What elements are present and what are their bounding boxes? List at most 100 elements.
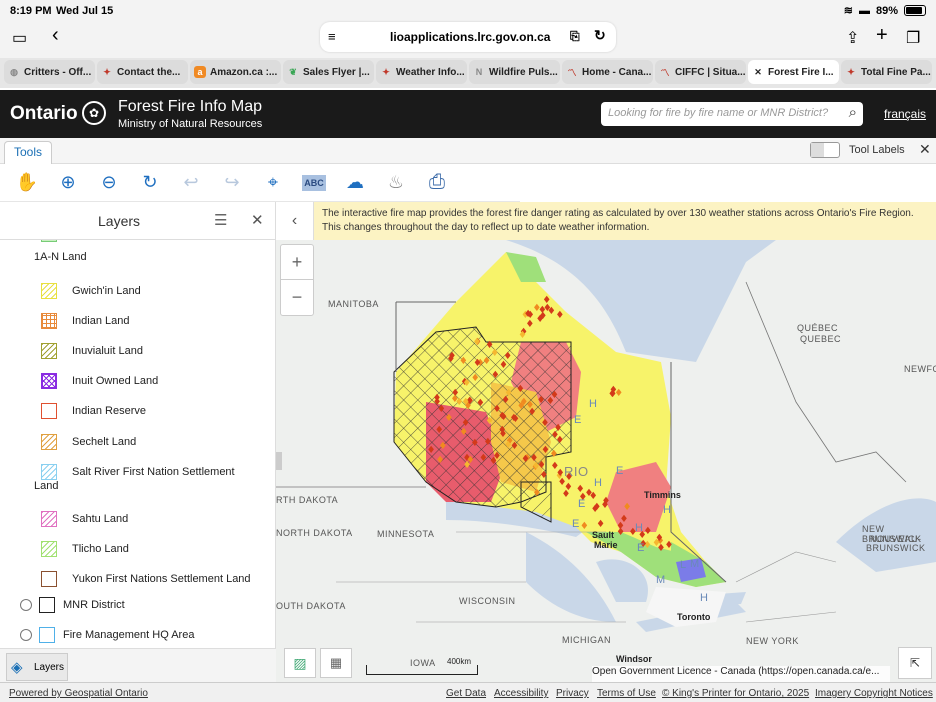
fire-marker-icon[interactable]: ♦ — [438, 441, 447, 452]
zoom-in-button[interactable]: + — [281, 245, 313, 280]
reload-icon[interactable]: ↻ — [594, 27, 606, 44]
fire-marker-icon[interactable]: ♦ — [616, 527, 625, 538]
fire-marker-icon[interactable]: ♦ — [490, 348, 499, 359]
ontario-logo[interactable]: Ontario — [10, 103, 78, 125]
fire-marker-icon[interactable]: ♦ — [623, 502, 632, 513]
weather-tool[interactable]: ☁ — [342, 170, 368, 196]
fire-marker-icon[interactable]: ♦ — [473, 358, 482, 369]
layer-checkbox[interactable] — [20, 629, 32, 641]
tab-tools[interactable]: Tools — [4, 141, 52, 164]
fire-map[interactable]: ♦ ♦ ♦ ♦ ♦ ♦ ♦ ♦ ♦ ♦ ♦ ♦ ♦ ♦ ♦ ♦ ♦ ♦ ♦ ♦ ♦ ♦ ♦ ♦ ♦ ♦ ♦ ♦ ♦ ♦ ♦ ♦ ♦ ♦ ♦ ♦ ♦ ♦ ♦ ♦… — [276, 202, 936, 682]
search-input[interactable]: Looking for fire by fire name or MNR Dis… — [601, 102, 863, 126]
fire-marker-icon[interactable]: ♦ — [446, 354, 455, 365]
refresh-tool[interactable]: ↻ — [137, 170, 163, 196]
fire-marker-icon[interactable]: ♦ — [664, 540, 673, 551]
labels-tool[interactable]: ABC — [301, 170, 327, 196]
fire-marker-icon[interactable]: ♦ — [555, 310, 564, 321]
close-icon[interactable]: ✕ — [251, 211, 264, 229]
fire-marker-icon[interactable]: ♦ — [459, 427, 468, 438]
fire-marker-icon[interactable]: ♦ — [580, 521, 589, 532]
browser-tab[interactable]: ◍ Critters - Off... — [4, 60, 95, 84]
fire-marker-icon[interactable]: ♦ — [463, 460, 472, 471]
fire-marker-icon[interactable]: ♦ — [462, 378, 471, 389]
fire-marker-icon[interactable]: ♦ — [518, 330, 527, 341]
close-icon[interactable]: ✕ — [752, 66, 764, 78]
language-link[interactable]: français — [884, 107, 926, 121]
powered-by-link[interactable]: Powered by Geospatial Ontario — [9, 688, 148, 699]
fire-marker-icon[interactable]: ♦ — [435, 425, 444, 436]
menu-icon[interactable]: ☰ — [214, 211, 227, 229]
share-icon[interactable]: ⇪ — [846, 28, 859, 48]
footer-link-terms[interactable]: Terms of Use — [597, 688, 656, 699]
address-bar[interactable]: ≡ lioapplications.lrc.gov.on.ca ⎘ ↻ — [320, 22, 616, 52]
browser-tab[interactable]: 〽 CIFFC | Situa... — [655, 60, 746, 84]
fire-marker-icon[interactable]: ♦ — [532, 461, 541, 472]
browser-tab[interactable]: 〽 Home - Cana... — [562, 60, 653, 84]
fire-marker-icon[interactable]: ♦ — [472, 337, 481, 348]
collapse-panel-button[interactable]: ‹ — [276, 202, 314, 240]
fire-marker-icon[interactable]: ♦ — [501, 395, 510, 406]
fire-marker-icon[interactable]: ♦ — [547, 306, 556, 317]
footer-link-copyright[interactable]: © King's Printer for Ontario, 2025 — [662, 688, 809, 699]
fire-marker-icon[interactable]: ♦ — [614, 388, 623, 399]
tabs-overview-icon[interactable]: ❐ — [906, 28, 920, 48]
fire-marker-icon[interactable]: ♦ — [461, 397, 470, 408]
panel-resize-handle[interactable] — [276, 452, 282, 470]
fire-marker-icon[interactable]: ♦ — [504, 440, 513, 451]
fire-marker-icon[interactable]: ♦ — [459, 356, 468, 367]
fire-marker-icon[interactable]: ♦ — [509, 413, 518, 424]
fire-marker-icon[interactable]: ♦ — [537, 395, 546, 406]
fire-marker-icon[interactable]: ♦ — [470, 438, 479, 449]
forward-tool[interactable]: ↪ — [219, 170, 245, 196]
browser-tab[interactable]: ✦ Total Fine Pa... — [841, 60, 932, 84]
footer-link-accessibility[interactable]: Accessibility — [494, 688, 548, 699]
zoom-in-tool[interactable]: ⊕ — [55, 170, 81, 196]
fire-marker-icon[interactable]: ♦ — [592, 502, 601, 513]
fire-marker-icon[interactable]: ♦ — [550, 390, 559, 401]
browser-tab[interactable]: ✦ Contact the... — [97, 60, 188, 84]
page-menu-icon[interactable]: ≡ — [328, 29, 336, 44]
back-icon[interactable]: ‹ — [52, 24, 59, 47]
fire-marker-icon[interactable]: ♦ — [516, 384, 525, 395]
browser-tab[interactable]: a Amazon.ca :... — [190, 60, 281, 84]
fire-marker-icon[interactable]: ♦ — [550, 430, 559, 441]
fire-marker-icon[interactable]: ♦ — [450, 394, 459, 405]
basemap-button[interactable]: ▨ — [284, 648, 316, 678]
sidebar-toggle-icon[interactable]: ▭ — [12, 28, 27, 48]
fire-marker-icon[interactable]: ♦ — [498, 425, 507, 436]
footer-link-imagery[interactable]: Imagery Copyright Notices — [815, 688, 933, 699]
fire-marker-icon[interactable]: ♦ — [549, 449, 558, 460]
fire-marker-icon[interactable]: ♦ — [524, 309, 533, 320]
expand-icon[interactable]: ⇱ — [898, 647, 932, 679]
fire-marker-icon[interactable]: ♦ — [526, 400, 535, 411]
layers-button[interactable]: ◈ Layers — [6, 653, 68, 681]
pan-tool[interactable]: ✋ — [14, 170, 40, 196]
zoom-out-tool[interactable]: ⊖ — [96, 170, 122, 196]
fire-marker-icon[interactable]: ♦ — [596, 519, 605, 530]
fire-marker-icon[interactable]: ♦ — [550, 461, 559, 472]
search-icon[interactable]: ⌕ — [849, 104, 857, 121]
tool-labels-toggle[interactable] — [810, 142, 840, 158]
fire-tool[interactable]: ♨ — [383, 170, 409, 196]
fire-marker-icon[interactable]: ♦ — [589, 491, 598, 502]
fire-marker-icon[interactable]: ♦ — [433, 397, 442, 408]
fire-marker-icon[interactable]: ♦ — [499, 412, 508, 423]
fire-marker-icon[interactable]: ♦ — [539, 470, 548, 481]
overview-map-button[interactable]: ▦ — [320, 648, 352, 678]
location-tool[interactable]: ⌖ — [260, 170, 286, 196]
fire-marker-icon[interactable]: ♦ — [652, 538, 661, 549]
fire-marker-icon[interactable]: ♦ — [503, 351, 512, 362]
footer-link-get-data[interactable]: Get Data — [446, 688, 486, 699]
zoom-out-button[interactable]: − — [281, 280, 313, 315]
reader-icon[interactable]: ⎘ — [570, 29, 580, 44]
browser-tab[interactable]: ✕ Forest Fire I... — [748, 60, 839, 84]
fire-marker-icon[interactable]: ♦ — [436, 455, 445, 466]
fire-marker-icon[interactable]: ♦ — [540, 418, 549, 429]
fire-marker-icon[interactable]: ♦ — [620, 514, 629, 525]
fire-marker-icon[interactable]: ♦ — [602, 496, 611, 507]
fire-marker-icon[interactable]: ♦ — [491, 370, 500, 381]
layer-checkbox[interactable] — [20, 599, 32, 611]
close-icon[interactable]: ✕ — [919, 141, 931, 158]
fire-marker-icon[interactable]: ♦ — [485, 416, 494, 427]
footer-link-privacy[interactable]: Privacy — [556, 688, 589, 699]
